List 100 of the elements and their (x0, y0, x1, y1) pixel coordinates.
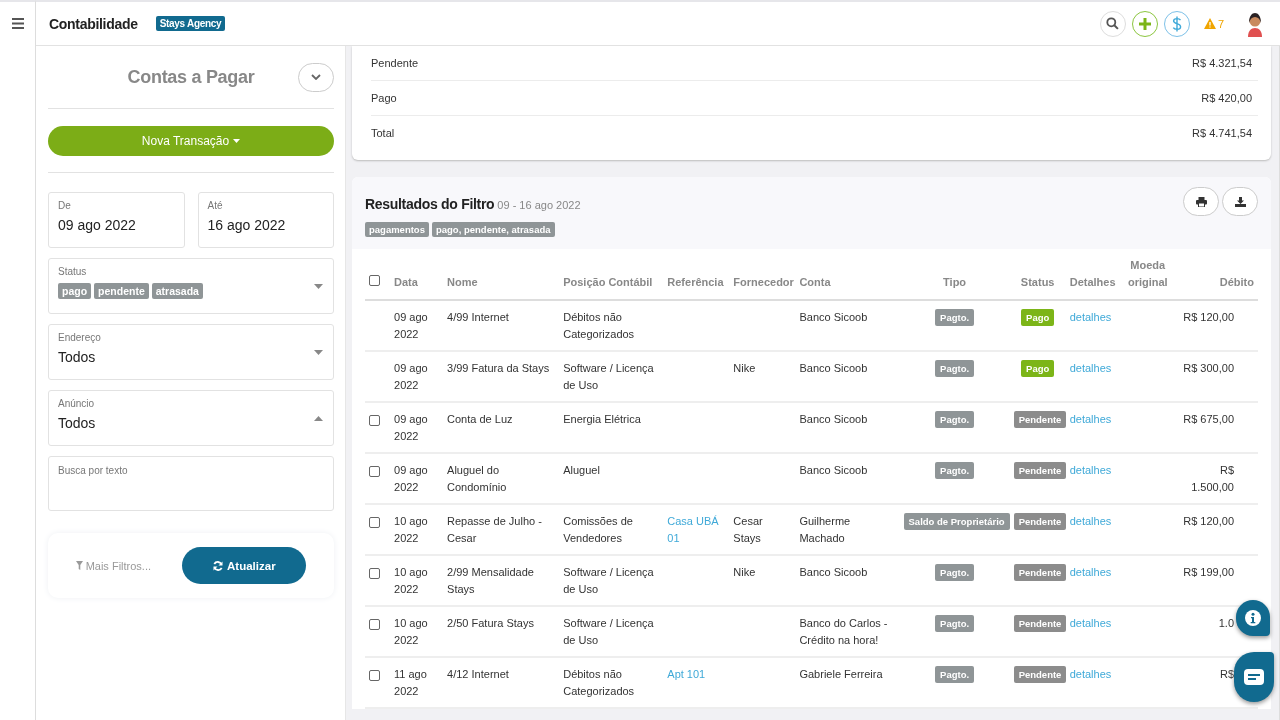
refresh-button[interactable]: Atualizar (182, 547, 307, 584)
column-header[interactable]: Tipo (903, 274, 1006, 291)
details-link[interactable]: detalhes (1069, 513, 1114, 530)
summary-label: Pago (371, 92, 397, 104)
status-tag[interactable]: pago (58, 283, 92, 299)
column-header[interactable]: Fornecedor (733, 274, 792, 291)
column-header[interactable]: Débito (1181, 274, 1254, 291)
status-badge: Pendente (1013, 615, 1067, 632)
panel-title: Contas a Pagar (126, 66, 256, 88)
details-link[interactable]: detalhes (1069, 666, 1114, 683)
new-transaction-button[interactable]: Nova Transação (48, 126, 334, 156)
summary-label: Total (371, 127, 395, 139)
field-label: Anúncio (58, 398, 96, 409)
name-text: Aluguel do Condomínio (447, 463, 508, 495)
debit-amount: 1.0 (1217, 616, 1234, 631)
row-checkbox[interactable] (369, 415, 380, 426)
column-header[interactable]: Moeda original (1121, 257, 1174, 291)
status-tag[interactable]: pendente (94, 283, 149, 299)
date-text: 09 ago 2022 (394, 361, 429, 393)
field-value: Todos (58, 349, 97, 365)
filter-tag: pago, pendente, atrasada (431, 222, 555, 237)
menu-button[interactable] (11, 18, 24, 30)
listing-select[interactable]: Anúncio Todos (48, 390, 334, 446)
row-checkbox[interactable] (369, 466, 380, 477)
account-text: Banco Sicoob (799, 412, 869, 427)
text-search-field[interactable]: Busca por texto (48, 456, 334, 511)
debit-amount: R$ 300,00 (1182, 361, 1234, 376)
type-badge: Pagto. (935, 309, 975, 326)
debit-amount: R$ (1218, 667, 1234, 682)
caret-icon (314, 350, 323, 355)
column-header[interactable]: Status (1013, 274, 1062, 291)
date-field[interactable]: De 09 ago 2022 (48, 192, 185, 248)
type-badge: Saldo de Proprietário (903, 513, 1010, 530)
row-checkbox[interactable] (369, 568, 380, 579)
date-field[interactable]: Até 16 ago 2022 (197, 192, 334, 248)
date-text: 09 ago 2022 (394, 310, 429, 342)
details-link[interactable]: detalhes (1069, 615, 1114, 632)
reference-link[interactable]: Casa UBÁ 01 (667, 513, 726, 547)
menu-icon (11, 18, 24, 29)
results-title: Resultados do Filtro (365, 196, 495, 212)
date-text: 11 ago 2022 (394, 667, 428, 699)
field-label: Status (58, 266, 88, 277)
column-header[interactable]: Posição Contábil (563, 274, 660, 291)
caret-icon (314, 416, 323, 421)
details-link[interactable]: detalhes (1069, 360, 1114, 377)
account-text: Banco Sicoob (799, 310, 869, 325)
status-badge: Pendente (1013, 564, 1067, 581)
row-checkbox[interactable] (369, 670, 380, 681)
chat-button[interactable] (1234, 652, 1274, 702)
printer-icon (1195, 196, 1207, 207)
name-text: 4/12 Internet (447, 667, 510, 682)
category-text: Aluguel (563, 463, 601, 478)
row-checkbox[interactable] (369, 275, 380, 286)
column-header[interactable]: Referência (667, 274, 726, 291)
category-text: Débitos não Categorizados (563, 667, 636, 699)
row-checkbox[interactable] (369, 619, 380, 630)
download-icon (1234, 196, 1246, 207)
details-link[interactable]: detalhes (1069, 411, 1114, 428)
field-value: 09 ago 2022 (58, 217, 137, 233)
details-link[interactable]: detalhes (1069, 564, 1114, 581)
field-value: 16 ago 2022 (207, 217, 287, 233)
filter-tag: pagamentos (365, 222, 429, 237)
account-text: Banco Sicoob (799, 361, 869, 376)
search-button[interactable] (1099, 10, 1126, 37)
status-select[interactable]: Status pago pendente atrasada (48, 258, 334, 314)
column-header[interactable]: Data (394, 274, 440, 291)
date-range: 09 - 16 ago 2022 (497, 199, 581, 211)
download-button[interactable] (1222, 187, 1258, 216)
type-badge: Pagto. (935, 564, 975, 581)
row-checkbox[interactable] (369, 517, 380, 528)
column-header[interactable]: Conta (799, 274, 896, 291)
filter-icon (75, 561, 83, 570)
more-filters-button[interactable]: Mais Filtros... (75, 559, 152, 572)
account-text: Banco Sicoob (799, 565, 869, 580)
column-header[interactable]: Detalhes (1069, 274, 1114, 291)
column-header[interactable]: Nome (447, 274, 556, 291)
debit-amount: R$ 675,00 (1182, 412, 1234, 427)
summary-amount: R$ 4.741,54 (1192, 127, 1252, 139)
status-badge: Pendente (1013, 411, 1067, 428)
reference-link[interactable]: Apt 101 (667, 666, 726, 683)
alerts-button[interactable]: 7 (1203, 17, 1224, 30)
status-badge: Pago (1021, 309, 1055, 326)
print-button[interactable] (1183, 187, 1219, 216)
details-link[interactable]: detalhes (1069, 309, 1114, 326)
address-select[interactable]: Endereço Todos (48, 324, 334, 380)
name-text: Repasse de Julho - Cesar (447, 514, 543, 546)
debit-amount: R$ 199,00 (1182, 565, 1234, 580)
status-tag[interactable]: atrasada (151, 283, 203, 299)
status-badge: Pendente (1013, 666, 1067, 683)
type-badge: Pagto. (935, 462, 975, 479)
agency-badge: Stays Agency (155, 16, 226, 31)
type-badge: Pagto. (935, 666, 975, 683)
name-text: 2/50 Fatura Stays (447, 616, 535, 631)
refresh-icon (213, 560, 224, 571)
category-text: Energia Elétrica (563, 412, 642, 427)
details-link[interactable]: detalhes (1069, 462, 1114, 479)
dollar-icon (1171, 15, 1182, 32)
type-badge: Pagto. (935, 411, 975, 428)
date-text: 10 ago 2022 (394, 565, 429, 597)
status-badge: Pendente (1013, 462, 1067, 479)
